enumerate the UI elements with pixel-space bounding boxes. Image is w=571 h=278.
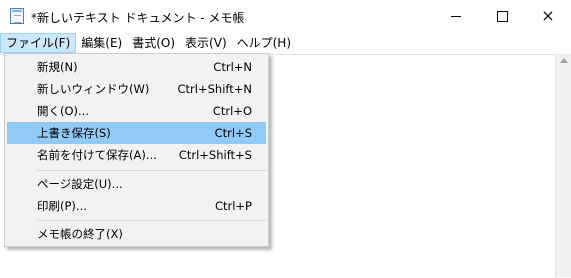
minimize-button[interactable] [433, 0, 479, 32]
menu-item-open[interactable]: 開く(O)... Ctrl+O [7, 100, 266, 122]
menu-item-shortcut: Ctrl+N [213, 60, 252, 74]
menu-item-label: 印刷(P)... [37, 199, 87, 213]
menu-separator [37, 220, 267, 221]
menu-item-label: メモ帳の終了(X) [37, 227, 123, 241]
menu-file[interactable]: ファイル(F) [0, 33, 77, 53]
close-button[interactable]: × [525, 0, 571, 32]
menu-item-new[interactable]: 新規(N) Ctrl+N [7, 56, 266, 78]
menu-item-shortcut: Ctrl+S [214, 126, 252, 140]
menu-item-save-as[interactable]: 名前を付けて保存(A)... Ctrl+Shift+S [7, 144, 266, 166]
file-menu-dropdown: 新規(N) Ctrl+N 新しいウィンドウ(W) Ctrl+Shift+N 開く… [4, 53, 269, 247]
title-bar[interactable]: *新しいテキスト ドキュメント - メモ帳 × [0, 0, 571, 32]
close-icon: × [541, 6, 555, 25]
menu-item-exit[interactable]: メモ帳の終了(X) [7, 223, 266, 245]
menu-help[interactable]: ヘルプ(H) [232, 33, 296, 53]
menu-format[interactable]: 書式(O) [127, 33, 180, 53]
menu-bar: ファイル(F) 編集(E) 書式(O) 表示(V) ヘルプ(H) [0, 32, 571, 54]
menu-edit[interactable]: 編集(E) [76, 33, 127, 53]
menu-item-shortcut: Ctrl+Shift+S [178, 148, 252, 162]
menu-item-shortcut: Ctrl+Shift+N [177, 82, 252, 96]
minimize-icon [451, 15, 461, 17]
menu-item-shortcut: Ctrl+O [212, 104, 252, 118]
menu-item-label: 新しいウィンドウ(W) [37, 82, 150, 96]
maximize-button[interactable] [479, 0, 525, 32]
menu-item-label: 開く(O)... [37, 104, 89, 118]
scroll-up-arrow-icon[interactable] [560, 58, 568, 63]
menu-view[interactable]: 表示(V) [180, 33, 232, 53]
menu-item-label: 新規(N) [37, 60, 78, 74]
menu-item-save[interactable]: 上書き保存(S) Ctrl+S [7, 122, 266, 144]
window-title: *新しいテキスト ドキュメント - メモ帳 [31, 11, 245, 25]
menu-item-label: 名前を付けて保存(A)... [37, 148, 157, 162]
menu-item-page-setup[interactable]: ページ設定(U)... [7, 173, 266, 195]
menu-item-label: 上書き保存(S) [37, 126, 111, 140]
notepad-icon [10, 8, 24, 24]
menu-item-print[interactable]: 印刷(P)... Ctrl+P [7, 195, 266, 217]
maximize-icon [496, 10, 508, 22]
menu-item-label: ページ設定(U)... [37, 177, 123, 191]
menu-separator [37, 170, 267, 171]
menu-item-shortcut: Ctrl+P [214, 199, 252, 213]
menu-item-new-window[interactable]: 新しいウィンドウ(W) Ctrl+Shift+N [7, 78, 266, 100]
vertical-scrollbar[interactable] [555, 54, 571, 277]
